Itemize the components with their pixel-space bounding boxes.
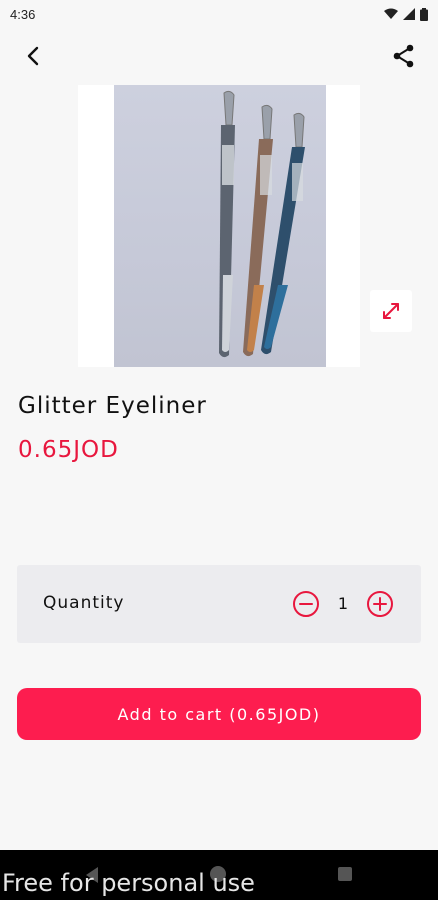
watermark: Free for personal use [2, 869, 255, 897]
pencil-silver [219, 90, 235, 358]
status-time: 4:36 [10, 6, 36, 22]
eyeliner-pencils-image [219, 90, 305, 358]
product-image-container[interactable] [78, 85, 360, 367]
status-icons [384, 7, 428, 21]
quantity-label: Quantity [43, 593, 125, 613]
quantity-card: Quantity 1 [17, 565, 421, 643]
plus-circle-icon [367, 591, 393, 617]
product-photo [114, 85, 326, 367]
back-button[interactable] [20, 42, 48, 70]
expand-image-button[interactable] [370, 290, 412, 332]
increment-button[interactable] [366, 590, 394, 618]
add-to-cart-button[interactable]: Add to cart (0.65JOD) [17, 688, 421, 740]
signal-icon [403, 8, 415, 20]
product-title: Glitter Eyeliner [18, 393, 207, 419]
quantity-value: 1 [337, 594, 349, 613]
chevron-left-icon [27, 46, 39, 66]
share-button[interactable] [390, 42, 418, 70]
app-bar [0, 28, 438, 84]
decrement-button[interactable] [292, 590, 320, 618]
battery-icon [420, 7, 428, 21]
share-icon [393, 44, 414, 68]
wifi-icon [384, 8, 398, 19]
expand-icon [383, 303, 399, 319]
product-price: 0.65JOD [18, 437, 119, 463]
minus-circle-icon [293, 591, 319, 617]
nav-recent-icon[interactable] [338, 867, 352, 881]
status-bar: 4:36 [0, 0, 438, 28]
